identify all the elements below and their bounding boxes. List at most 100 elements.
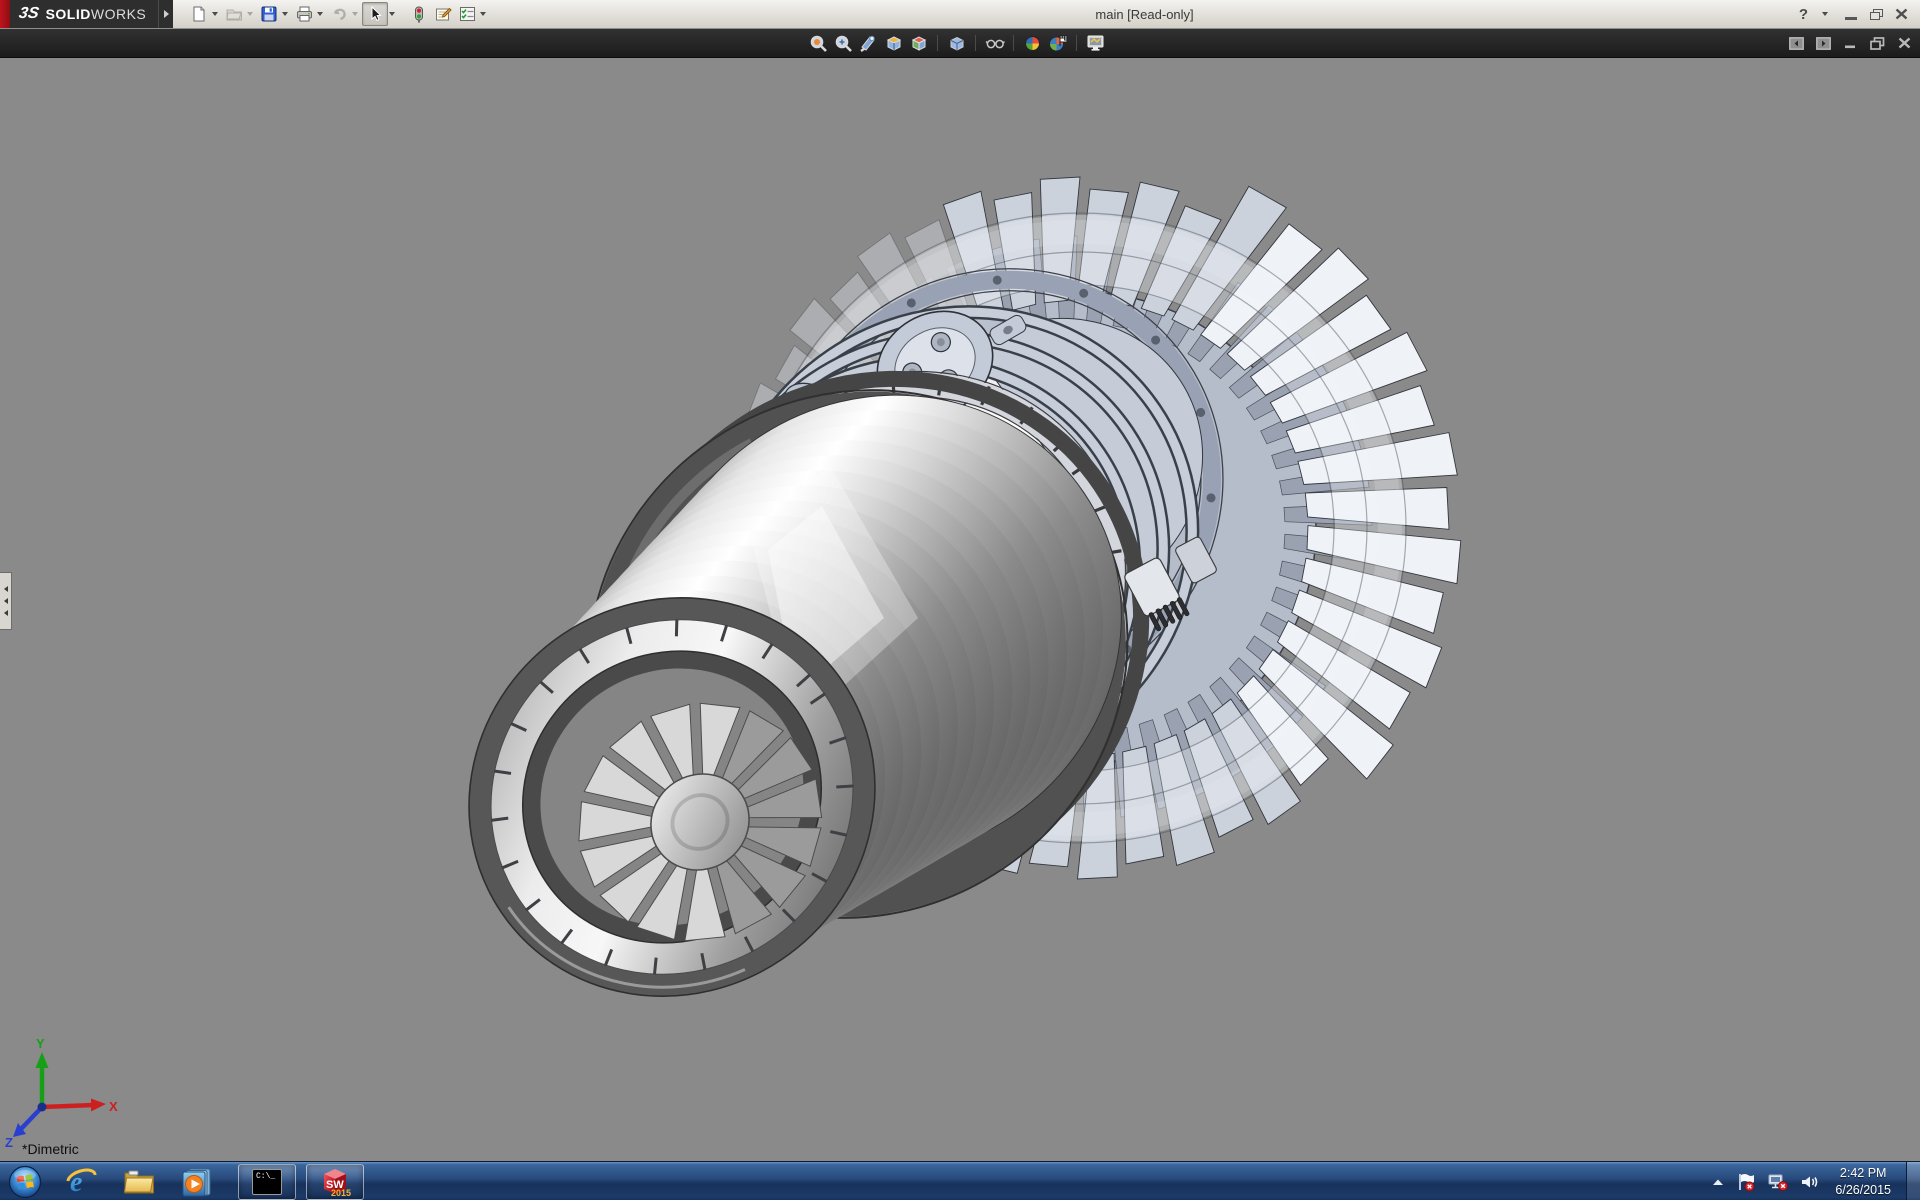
solidworks-logo: 3S SOLID WORKS: [10, 0, 159, 28]
cursor-arrow-icon: [371, 6, 382, 22]
save-dropdown[interactable]: [282, 12, 289, 16]
view-settings-monitor-icon: [1087, 35, 1103, 51]
svg-text:Z: Z: [5, 1135, 13, 1150]
action-center-flag-icon: [1739, 1174, 1755, 1192]
undo-button[interactable]: [327, 3, 351, 25]
brand-red-strip: [0, 0, 10, 28]
view-orientation-button[interactable]: [909, 33, 929, 53]
zoom-to-area-button[interactable]: [834, 33, 854, 53]
save-button[interactable]: [257, 3, 281, 25]
print-button[interactable]: [292, 3, 316, 25]
open-folder-icon: [226, 9, 242, 21]
show-right-pane-button[interactable]: [1815, 36, 1831, 50]
solidworks-window: 3S SOLID WORKS main [Read-only] ? Y X Z …: [0, 0, 1920, 1200]
options-checklist-icon: [459, 7, 475, 21]
clock-date: 6/26/2015: [1835, 1183, 1891, 1197]
network-status-button[interactable]: [1767, 1172, 1789, 1192]
toolbar-separator: [1076, 35, 1077, 51]
show-left-pane-button[interactable]: [1788, 36, 1804, 50]
view-orientation-cube-icon: [911, 35, 927, 51]
options-button[interactable]: [455, 3, 479, 25]
select-tool-button[interactable]: [362, 2, 389, 26]
comment-pencil-icon: [435, 7, 452, 21]
display-style-button[interactable]: [947, 33, 967, 53]
left-pane-icon: [1788, 36, 1804, 50]
folder-icon: [123, 1170, 154, 1194]
document-window-controls: [1788, 29, 1912, 57]
solidworks-2015-button[interactable]: SW 2015: [306, 1164, 364, 1200]
minimize-icon: [1844, 45, 1855, 49]
close-document-button[interactable]: [1896, 36, 1912, 50]
display-style-cube-icon: [950, 36, 964, 51]
options-dropdown[interactable]: [480, 12, 487, 16]
feature-tree-flyout-tab[interactable]: [0, 572, 12, 630]
zoom-to-area-icon: [835, 35, 852, 52]
command-prompt-button[interactable]: C:\_: [238, 1164, 296, 1200]
zoom-to-fit-button[interactable]: [809, 33, 829, 53]
open-document-button[interactable]: [222, 3, 246, 25]
system-tray: 2:42 PM 6/26/2015: [1711, 1162, 1920, 1200]
section-view-icon: [886, 35, 902, 51]
svg-text:2015: 2015: [331, 1188, 351, 1198]
apply-scene-button[interactable]: [1048, 33, 1068, 53]
command-prompt-icon: C:\_: [252, 1169, 282, 1195]
minimize-button[interactable]: [1845, 17, 1857, 20]
clock-time: 2:42 PM: [1839, 1166, 1887, 1181]
help-dropdown[interactable]: [1822, 12, 1828, 16]
previous-view-button[interactable]: [859, 33, 879, 53]
show-desktop-button[interactable]: [1906, 1162, 1920, 1200]
left-arrow-icon: [3, 586, 8, 592]
media-player-button[interactable]: [180, 1165, 214, 1199]
network-offline-icon: [1768, 1174, 1789, 1191]
brand-solid: SOLID: [45, 6, 91, 22]
zoom-to-fit-icon: [810, 35, 827, 52]
section-view-button[interactable]: [884, 33, 904, 53]
previous-view-icon: [860, 35, 875, 52]
title-bar: 3S SOLID WORKS main [Read-only] ?: [0, 0, 1920, 29]
windows-start-icon: [8, 1165, 42, 1199]
tray-clock[interactable]: 2:42 PM 6/26/2015: [1835, 1165, 1891, 1199]
comment-button[interactable]: [431, 3, 455, 25]
windows-taskbar: e C:\_ SW 2015 2:42 PM 6/26/2015: [0, 1161, 1920, 1200]
new-document-button[interactable]: [187, 3, 211, 25]
internet-explorer-button[interactable]: e: [64, 1165, 98, 1199]
model-canvas[interactable]: Y X Z: [0, 58, 1920, 1161]
new-dropdown[interactable]: [212, 12, 219, 16]
toolbar-separator: [975, 35, 976, 51]
restore-document-button[interactable]: [1869, 36, 1885, 50]
show-hidden-icons-button[interactable]: [1711, 1177, 1725, 1187]
right-arrow-icon: [163, 10, 169, 18]
new-document-icon: [193, 6, 205, 22]
view-settings-button[interactable]: [1086, 33, 1106, 53]
help-button[interactable]: ?: [1799, 6, 1808, 23]
stoplight-button[interactable]: [407, 3, 431, 25]
left-arrow-icon: [3, 610, 8, 616]
undo-arrow-icon: [333, 8, 346, 21]
restore-button[interactable]: [1870, 9, 1883, 20]
appearance-ball-icon: [1025, 35, 1040, 51]
undo-dropdown[interactable]: [352, 12, 359, 16]
hide-show-items-button[interactable]: [985, 33, 1005, 53]
jet-engine-model: [468, 176, 1462, 997]
orientation-triad: Y X Z: [5, 1036, 118, 1150]
dassault-3s-logo: 3S: [17, 5, 41, 22]
close-icon: [1898, 37, 1910, 49]
toolbar-separator: [1013, 35, 1014, 51]
window-controls: ?: [1799, 6, 1920, 23]
taskbar-icons: e C:\_ SW 2015: [64, 1164, 374, 1200]
start-button[interactable]: [6, 1163, 44, 1200]
up-arrow-icon: [1713, 1179, 1724, 1185]
toolbar-separator: [937, 35, 938, 51]
minimize-document-button[interactable]: [1842, 36, 1858, 50]
left-arrow-icon: [3, 598, 8, 604]
menu-expand-arrow[interactable]: [158, 0, 174, 28]
close-button[interactable]: [1895, 8, 1908, 20]
print-dropdown[interactable]: [317, 12, 324, 16]
action-center-button[interactable]: [1736, 1172, 1756, 1192]
select-dropdown[interactable]: [389, 12, 396, 16]
document-title: main [Read-only]: [1095, 6, 1194, 22]
windows-explorer-button[interactable]: [122, 1165, 156, 1199]
volume-button[interactable]: [1800, 1173, 1820, 1191]
edit-appearance-button[interactable]: [1023, 33, 1043, 53]
open-dropdown[interactable]: [247, 12, 254, 16]
